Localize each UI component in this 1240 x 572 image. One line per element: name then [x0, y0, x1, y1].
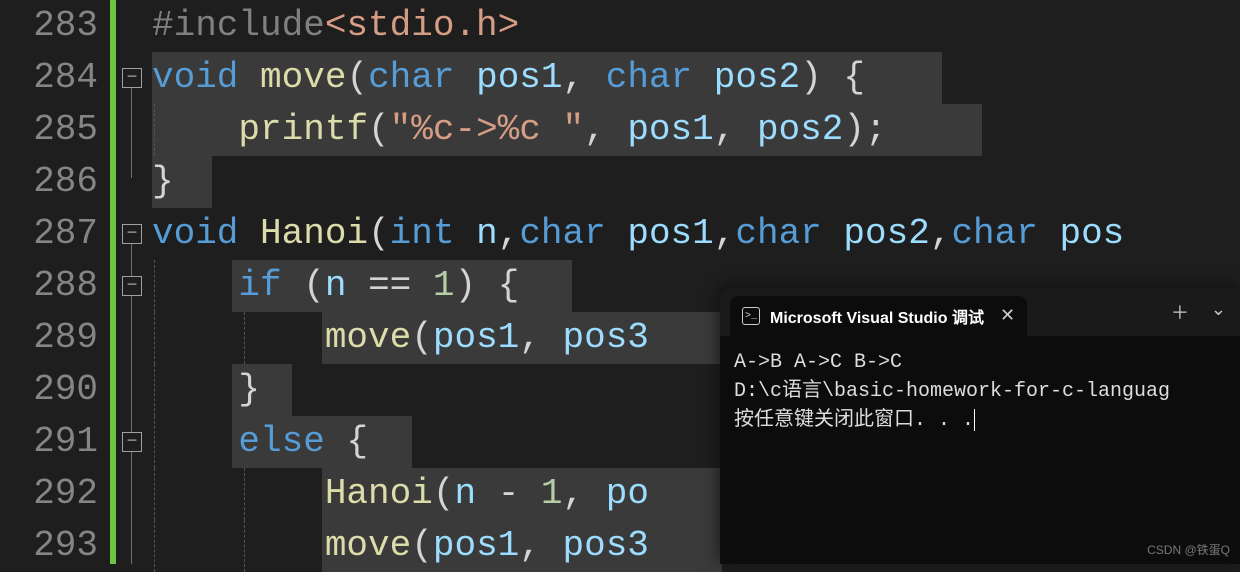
chevron-down-icon[interactable]: ⌄: [1211, 299, 1226, 325]
brace-token: {: [346, 421, 368, 462]
var-token: n: [325, 265, 347, 306]
terminal-output-line: D:\c语言\basic-homework-for-c-languag: [734, 380, 1170, 403]
brace-token: }: [152, 161, 174, 202]
type-token: char: [519, 213, 605, 254]
fold-toggle-icon[interactable]: −: [122, 68, 142, 88]
type-token: char: [735, 213, 821, 254]
line-number: 292: [0, 468, 110, 520]
close-icon[interactable]: ✕: [1000, 305, 1015, 327]
number-token: 1: [433, 265, 455, 306]
terminal-window: >_ Microsoft Visual Studio 调试 ✕ ＋ ⌄ A->B…: [720, 288, 1240, 564]
tab-actions: ＋ ⌄: [1171, 299, 1240, 325]
param-token: n: [476, 213, 498, 254]
terminal-output-line: A->B A->C B->C: [734, 351, 902, 374]
function-token: move: [325, 317, 411, 358]
function-token: Hanoi: [325, 473, 433, 514]
terminal-body[interactable]: A->B A->C B->C D:\c语言\basic-homework-for…: [720, 336, 1240, 447]
type-token: char: [951, 213, 1037, 254]
param-token: pos2: [757, 109, 843, 150]
fold-toggle-icon[interactable]: −: [122, 224, 142, 244]
keyword-token: else: [238, 421, 324, 462]
param-token: pos1: [433, 525, 519, 566]
param-token: pos1: [476, 57, 562, 98]
include-path-token: <stdio.h>: [325, 5, 519, 46]
string-token: "%c->%c ": [390, 109, 584, 150]
param-token: pos: [1059, 213, 1124, 254]
code-line[interactable]: void move(char pos1, char pos2) {: [152, 52, 1240, 104]
line-number: 286: [0, 156, 110, 208]
fold-toggle-icon[interactable]: −: [122, 432, 142, 452]
op-token: ==: [368, 265, 411, 306]
line-number: 287: [0, 208, 110, 260]
code-line[interactable]: }: [152, 156, 1240, 208]
function-token: printf: [238, 109, 368, 150]
watermark: CSDN @铁蛋Q: [1147, 541, 1230, 558]
fold-guide-line: [131, 88, 132, 178]
type-token: int: [390, 213, 455, 254]
param-token: pos3: [563, 525, 649, 566]
line-number: 293: [0, 520, 110, 572]
op-token: -: [498, 473, 520, 514]
terminal-cursor: [974, 409, 975, 431]
line-numbers-column: 283 284 285 286 287 288 289 290 291 292 …: [0, 0, 110, 564]
param-token: pos1: [627, 109, 713, 150]
line-number: 289: [0, 312, 110, 364]
gutter: 283 284 285 286 287 288 289 290 291 292 …: [0, 0, 152, 564]
code-line[interactable]: printf("%c->%c ", pos1, pos2);: [152, 104, 1240, 156]
line-number: 290: [0, 364, 110, 416]
param-token: pos3: [563, 317, 649, 358]
brace-token: {: [498, 265, 520, 306]
function-token: Hanoi: [260, 213, 368, 254]
terminal-tab-title: Microsoft Visual Studio 调试: [770, 304, 984, 328]
fold-toggle-icon[interactable]: −: [122, 276, 142, 296]
param-token: pos2: [714, 57, 800, 98]
terminal-tabbar: >_ Microsoft Visual Studio 调试 ✕ ＋ ⌄: [720, 288, 1240, 336]
param-token: pos1: [433, 317, 519, 358]
brace-token: {: [843, 57, 865, 98]
line-number: 288: [0, 260, 110, 312]
function-token: move: [325, 525, 411, 566]
function-token: move: [260, 57, 346, 98]
terminal-icon: >_: [742, 307, 760, 325]
var-token: n: [454, 473, 476, 514]
new-tab-icon[interactable]: ＋: [1171, 299, 1189, 325]
brace-token: }: [238, 369, 260, 410]
keyword-token: void: [152, 213, 238, 254]
param-token: pos1: [627, 213, 713, 254]
line-number: 285: [0, 104, 110, 156]
line-number: 284: [0, 52, 110, 104]
code-line[interactable]: void Hanoi(int n,char pos1,char pos2,cha…: [152, 208, 1240, 260]
keyword-token: void: [152, 57, 238, 98]
type-token: char: [606, 57, 692, 98]
number-token: 1: [541, 473, 563, 514]
terminal-tab[interactable]: >_ Microsoft Visual Studio 调试 ✕: [730, 296, 1027, 336]
preprocessor-token: #include: [152, 5, 325, 46]
terminal-output-line: 按任意键关闭此窗口. . .: [734, 409, 974, 432]
param-token: po: [606, 473, 649, 514]
fold-column: − − − −: [116, 0, 152, 564]
line-number: 283: [0, 0, 110, 52]
line-number: 291: [0, 416, 110, 468]
keyword-token: if: [238, 265, 281, 306]
param-token: pos2: [843, 213, 929, 254]
type-token: char: [368, 57, 454, 98]
code-line[interactable]: #include<stdio.h>: [152, 0, 1240, 52]
